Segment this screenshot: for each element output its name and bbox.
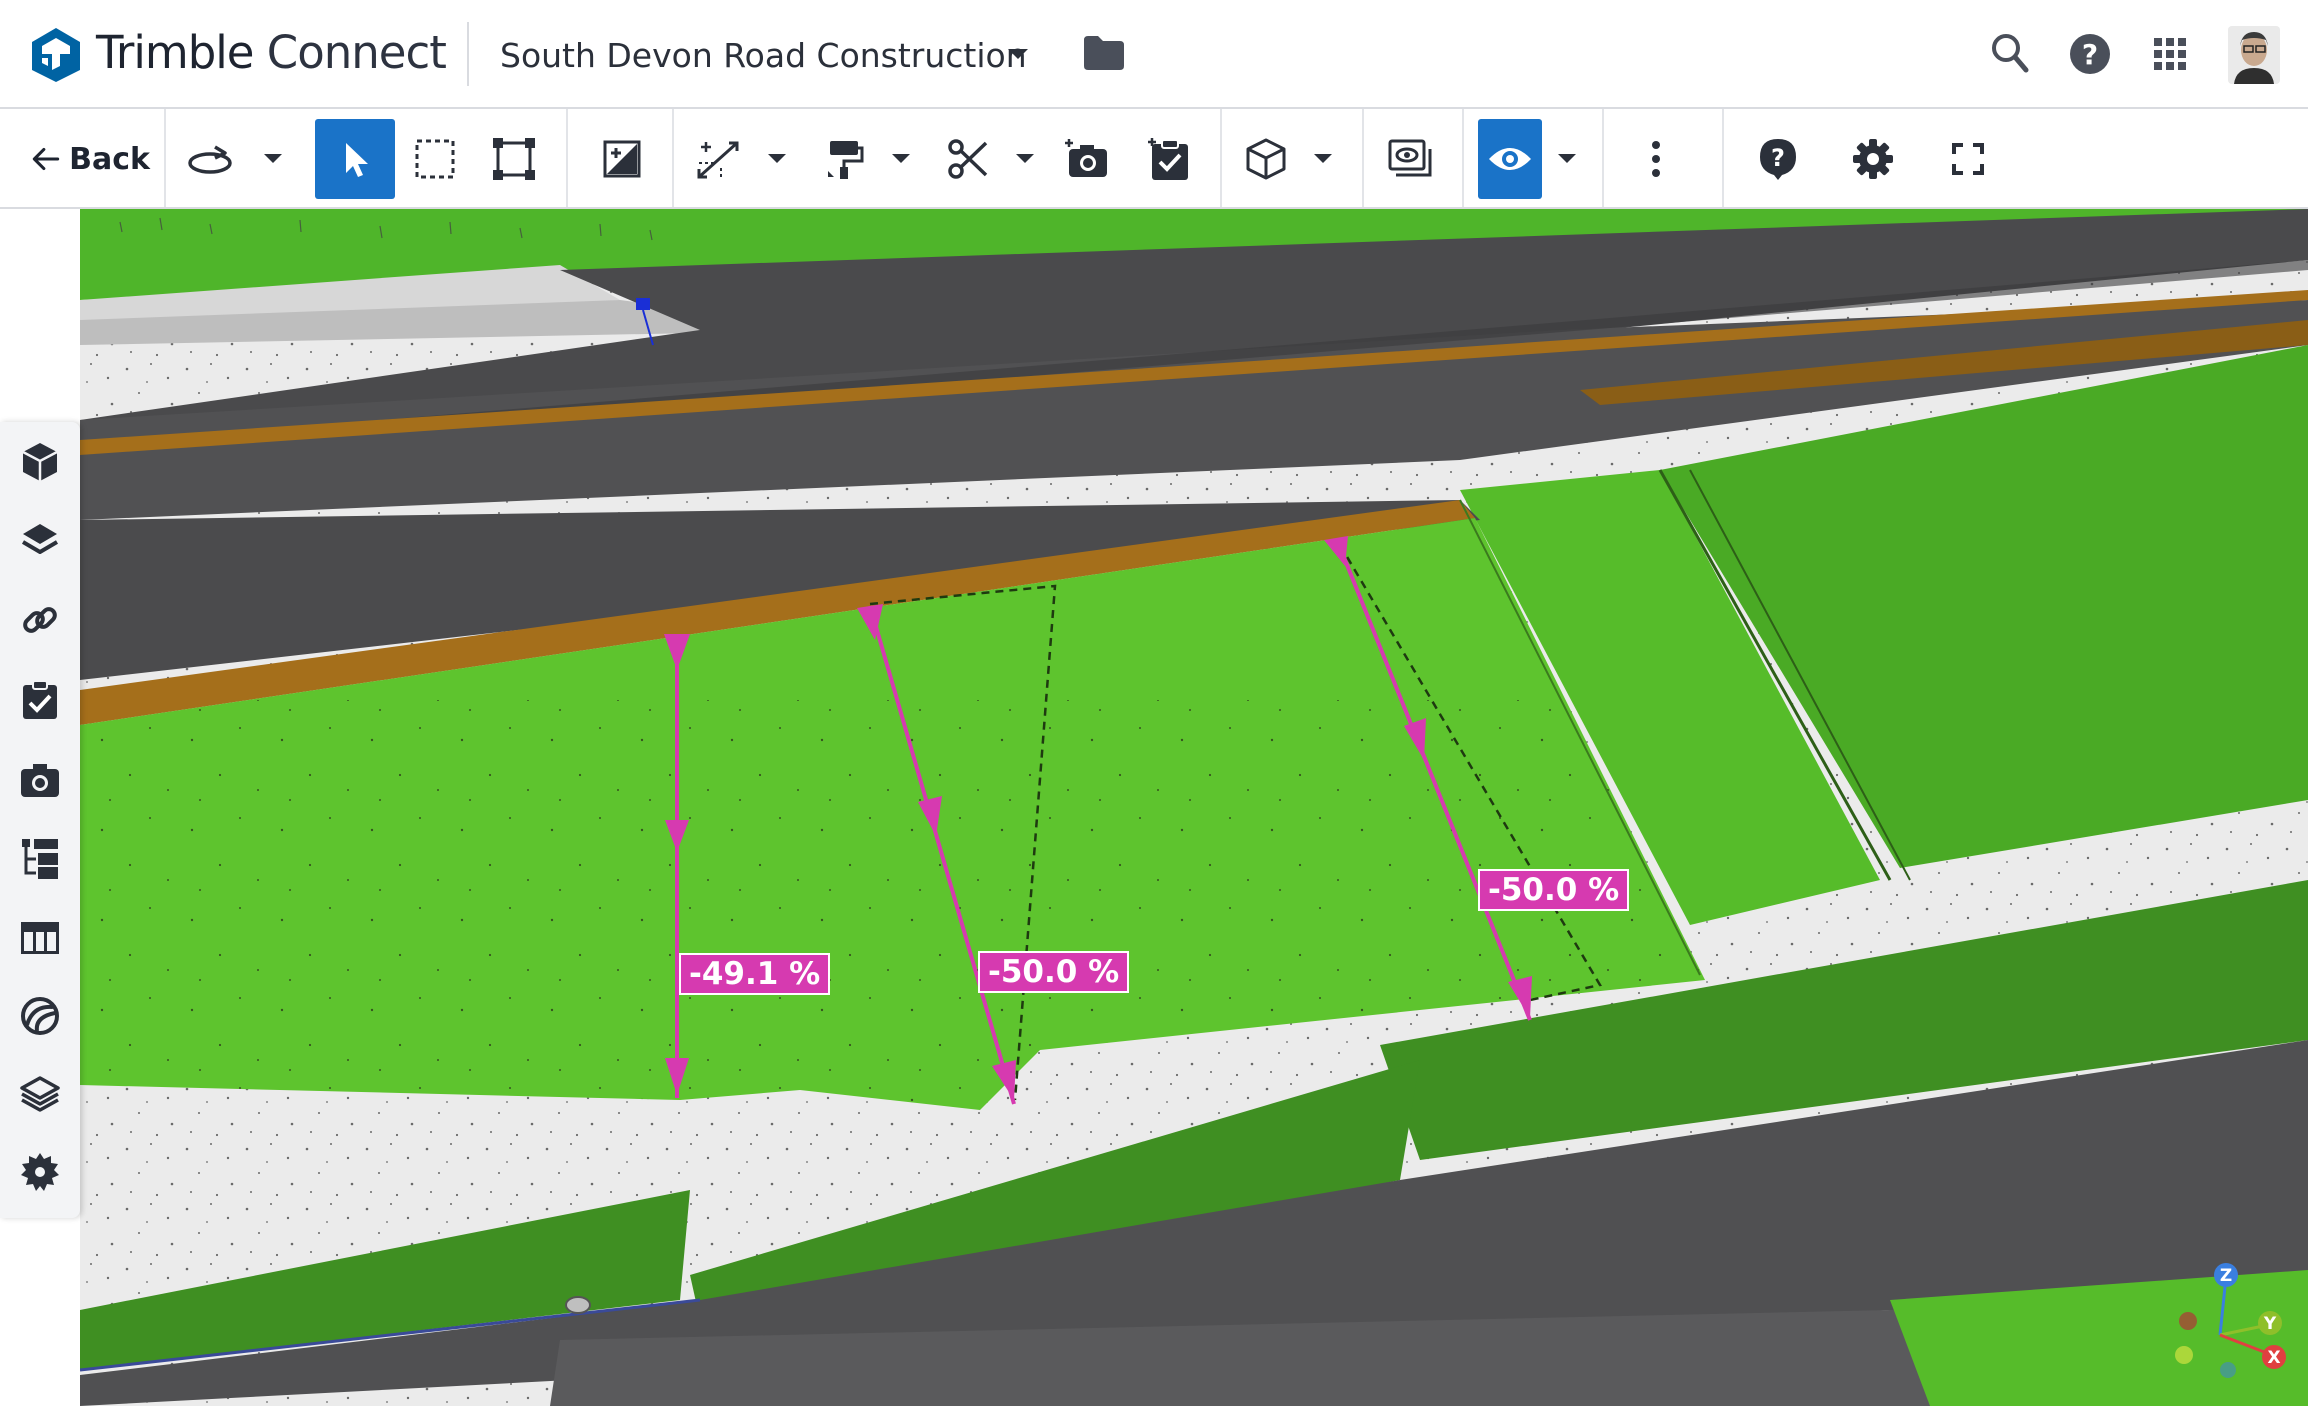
visibility-icon xyxy=(1489,148,1531,170)
toolbar-divider xyxy=(1362,109,1364,207)
help-icon[interactable]: ? xyxy=(2068,30,2112,78)
side-item-table[interactable] xyxy=(14,912,66,964)
links-icon xyxy=(23,607,57,633)
slope-label-3[interactable]: -50.0 % xyxy=(1478,869,1630,911)
slope-label-2[interactable]: -50.0 % xyxy=(978,951,1130,993)
side-item-hierarchy[interactable] xyxy=(14,832,66,884)
chevron-down-icon[interactable] xyxy=(1556,151,1578,167)
side-item-links[interactable] xyxy=(14,594,66,646)
stack-icon xyxy=(20,1076,60,1112)
side-panel xyxy=(0,422,80,1218)
todo-button[interactable] xyxy=(1140,119,1200,199)
brand-name-part2: Connect xyxy=(253,26,447,79)
snapshot-button[interactable] xyxy=(1058,119,1118,199)
toolbar-divider xyxy=(1722,109,1724,207)
project-name[interactable]: South Devon Road Construction xyxy=(500,36,1027,75)
box-select-icon xyxy=(415,139,455,179)
layers-icon xyxy=(21,524,59,554)
cut-button[interactable] xyxy=(940,119,996,199)
side-item-3d-objects[interactable] xyxy=(14,990,66,1042)
select-tool-button[interactable] xyxy=(315,119,395,199)
axis-gizmo[interactable]: Z Y X xyxy=(2160,1255,2290,1385)
toolbar-divider xyxy=(1462,109,1464,207)
settings-button[interactable] xyxy=(1845,119,1901,199)
section-plane-icon xyxy=(603,140,641,178)
view-cube-button[interactable] xyxy=(1238,119,1294,199)
avatar[interactable] xyxy=(2228,26,2280,84)
side-item-views[interactable] xyxy=(14,754,66,806)
more-button[interactable] xyxy=(1636,119,1676,199)
paint-button[interactable] xyxy=(816,119,872,199)
slope-label-1[interactable]: -49.1 % xyxy=(679,953,831,995)
measure-button[interactable] xyxy=(690,119,746,199)
toolbar-divider xyxy=(1602,109,1604,207)
side-item-stack[interactable] xyxy=(14,1068,66,1120)
settings-gear-icon xyxy=(21,1153,59,1191)
chevron-down-icon[interactable] xyxy=(766,151,788,167)
axis-y-label: Y xyxy=(2263,1314,2277,1334)
top-header: Trimble Connect South Devon Road Constru… xyxy=(0,0,2308,109)
hierarchy-icon xyxy=(22,839,58,879)
measure-icon xyxy=(697,141,739,179)
views-icon xyxy=(21,764,59,797)
app-brand[interactable]: Trimble Connect xyxy=(96,26,447,79)
search-icon[interactable] xyxy=(1990,30,2030,78)
back-button[interactable]: Back xyxy=(30,119,150,199)
todos-icon xyxy=(23,680,57,719)
header-divider xyxy=(467,22,469,86)
chevron-down-icon[interactable] xyxy=(1005,44,1031,64)
side-item-models[interactable] xyxy=(14,436,66,488)
arrow-left-icon xyxy=(32,147,60,171)
3d-objects-icon xyxy=(21,997,59,1035)
trimble-logo-icon[interactable] xyxy=(30,26,82,84)
fullscreen-icon xyxy=(1952,143,1984,175)
chevron-down-icon[interactable] xyxy=(1312,151,1334,167)
chevron-down-icon[interactable] xyxy=(1014,151,1036,167)
paint-icon xyxy=(828,141,864,179)
view-cube-icon xyxy=(1246,138,1286,180)
axis-x-label: X xyxy=(2267,1348,2280,1368)
main-toolbar: Back ? xyxy=(0,109,2308,209)
toolbar-divider xyxy=(164,109,166,207)
box-select-button[interactable] xyxy=(405,119,465,199)
todo-icon xyxy=(1148,138,1188,180)
settings-icon xyxy=(1853,139,1893,179)
toolbar-divider xyxy=(566,109,568,207)
model-view-button[interactable] xyxy=(1380,119,1440,199)
visibility-button[interactable] xyxy=(1478,119,1542,199)
toolbar-help-button[interactable]: ? xyxy=(1750,119,1806,199)
axis-z-label: Z xyxy=(2220,1266,2232,1286)
toolbar-divider xyxy=(672,109,674,207)
svg-text:?: ? xyxy=(1771,144,1785,172)
section-plane-button[interactable] xyxy=(592,119,652,199)
fullscreen-button[interactable] xyxy=(1940,119,1996,199)
side-item-todos[interactable] xyxy=(14,674,66,726)
3d-viewport[interactable]: -49.1 % -50.0 % -50.0 % xyxy=(80,209,2308,1406)
fit-view-icon xyxy=(493,138,535,180)
svg-text:?: ? xyxy=(2082,38,2098,71)
orbit-button[interactable] xyxy=(182,119,238,199)
brand-name-part1: Trimble xyxy=(96,26,254,79)
model-view-icon xyxy=(1388,139,1432,177)
fit-view-button[interactable] xyxy=(484,119,544,199)
orbit-icon xyxy=(188,145,232,174)
cut-icon xyxy=(948,139,988,179)
folder-icon[interactable] xyxy=(1082,34,1126,72)
table-icon xyxy=(21,922,59,954)
select-icon xyxy=(346,143,368,177)
help-icon: ? xyxy=(1760,139,1796,180)
apps-grid-icon[interactable] xyxy=(2150,30,2190,78)
chevron-down-icon[interactable] xyxy=(262,151,284,167)
model-scene[interactable] xyxy=(80,209,2308,1406)
models-icon xyxy=(22,443,58,481)
back-label: Back xyxy=(69,141,150,177)
snapshot-icon xyxy=(1065,139,1107,177)
more-icon xyxy=(1652,141,1660,177)
chevron-down-icon[interactable] xyxy=(890,151,912,167)
side-item-layers[interactable] xyxy=(14,514,66,566)
toolbar-divider xyxy=(1220,109,1222,207)
side-item-settings[interactable] xyxy=(14,1146,66,1198)
